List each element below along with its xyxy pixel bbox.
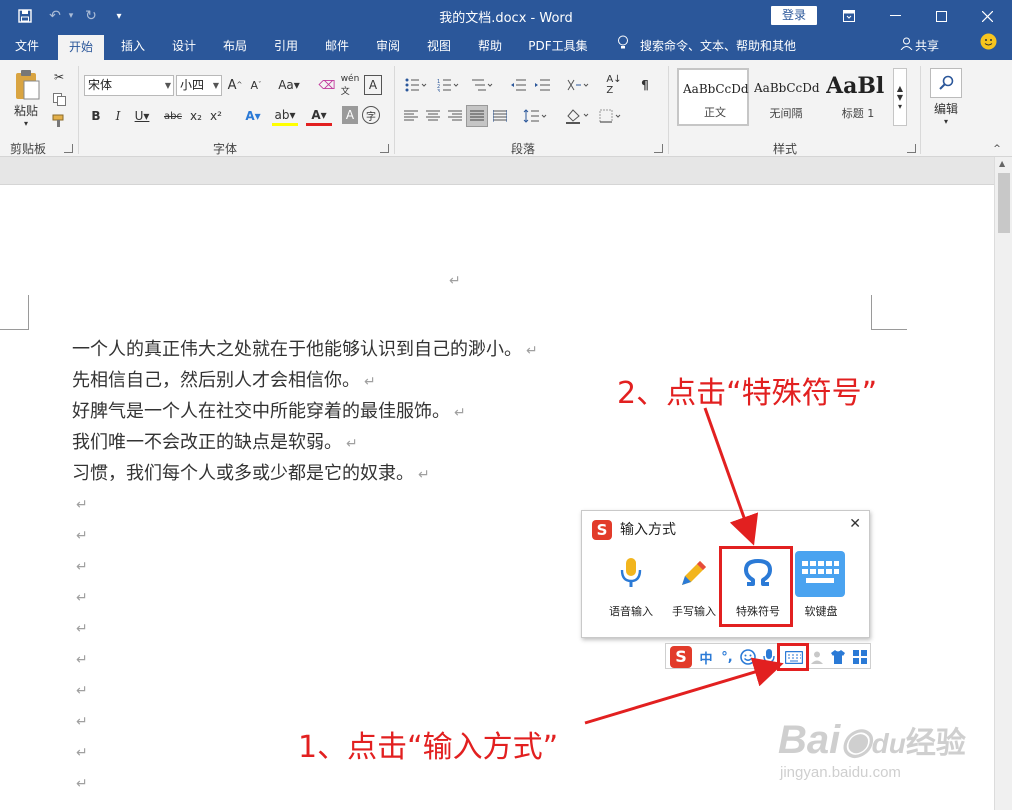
arrow-to-special-symbols xyxy=(703,407,759,546)
annotation-step-2: 2、点击“特殊符号” xyxy=(617,376,878,411)
annotation-step-1: 1、点击“输入方式” xyxy=(298,730,559,765)
arrow-to-input-methods xyxy=(584,657,784,725)
